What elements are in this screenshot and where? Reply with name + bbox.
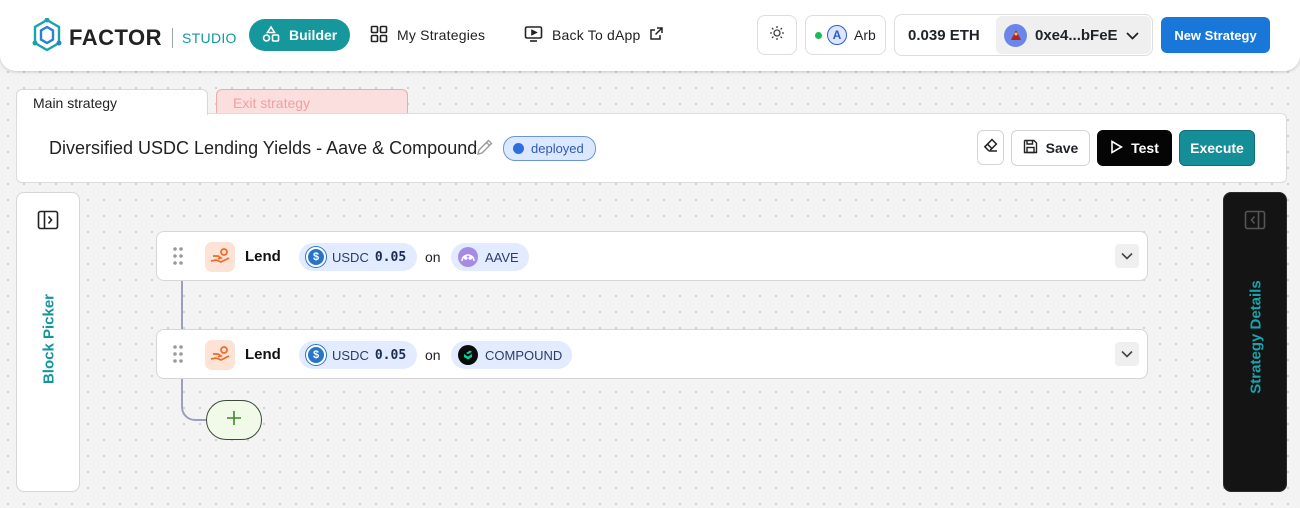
token-symbol: USDC [332, 347, 369, 363]
top-header: FACTOR STUDIO Builder My Strategies Back… [0, 0, 1300, 71]
protocol-pill[interactable]: COMPOUND [451, 341, 573, 369]
block-picker-panel[interactable]: Block Picker [16, 192, 80, 492]
factor-logo[interactable]: FACTOR STUDIO [32, 17, 237, 57]
test-button[interactable]: Test [1097, 130, 1172, 166]
network-status-dot [815, 31, 822, 39]
eraser-icon [983, 137, 999, 158]
panel-toggle-icon[interactable] [37, 210, 59, 235]
clear-button[interactable] [977, 130, 1004, 165]
chevron-down-icon [1125, 27, 1139, 44]
wallet-address: 0xe4...bFeE [1035, 26, 1118, 44]
network-label: Arb [854, 27, 876, 43]
token-amount: 0.05 [374, 249, 407, 265]
theme-toggle-button[interactable] [757, 15, 797, 55]
nav-builder-label: Builder [289, 27, 338, 43]
play-icon [1110, 139, 1124, 157]
execute-button[interactable]: Execute [1179, 130, 1255, 166]
add-block-button[interactable] [206, 400, 262, 440]
factor-logo-icon [32, 17, 62, 57]
tab-main-strategy[interactable]: Main strategy [16, 89, 208, 115]
builder-icon [262, 25, 280, 46]
edit-title-icon[interactable] [475, 138, 494, 162]
save-icon [1023, 139, 1038, 157]
tab-exit-strategy[interactable]: Exit strategy [216, 89, 408, 115]
arbitrum-icon: A [827, 25, 847, 45]
lend-icon [205, 340, 235, 370]
sun-icon [769, 25, 785, 46]
flow-connector [181, 378, 183, 396]
nav-back-to-dapp-label: Back To dApp [552, 27, 641, 43]
protocol-pill[interactable]: AAVE [451, 243, 529, 271]
block-action-label: Lend [245, 248, 281, 265]
wallet-widget[interactable]: 0.039 ETH 0xe4...bFeE [894, 14, 1153, 56]
token-pill[interactable]: $ USDC 0.05 [299, 341, 417, 369]
external-link-icon [649, 26, 664, 44]
nav-my-strategies-label: My Strategies [397, 27, 486, 43]
new-strategy-button[interactable]: New Strategy [1161, 17, 1270, 53]
strategy-block[interactable]: Lend $ USDC 0.05 on AAVE [156, 231, 1148, 281]
monitor-icon [524, 25, 543, 46]
compound-icon [458, 345, 478, 365]
chevron-down-icon [1121, 247, 1133, 265]
expand-block-button[interactable] [1115, 342, 1139, 366]
nav-builder-button[interactable]: Builder [249, 19, 350, 51]
status-dot [513, 143, 524, 154]
network-selector[interactable]: A Arb [805, 15, 886, 55]
test-label: Test [1131, 140, 1159, 156]
expand-block-button[interactable] [1115, 244, 1139, 268]
plus-icon [225, 409, 243, 432]
panel-toggle-icon[interactable] [1244, 210, 1266, 235]
save-label: Save [1045, 140, 1079, 156]
protocol-name: AAVE [485, 249, 519, 265]
aave-icon [458, 247, 478, 267]
logo-text: FACTOR [69, 24, 163, 50]
drag-handle-icon[interactable] [173, 345, 183, 368]
save-button[interactable]: Save [1011, 130, 1090, 166]
account-button[interactable]: 0xe4...bFeE [996, 16, 1151, 54]
block-picker-label: Block Picker [40, 293, 58, 385]
nav-my-strategies-button[interactable]: My Strategies [370, 19, 485, 51]
flow-connector-curve [181, 395, 207, 421]
usdc-icon: $ [306, 247, 326, 267]
strategy-title-bar: Diversified USDC Lending Yields - Aave &… [16, 113, 1287, 183]
avatar [1004, 23, 1027, 47]
status-badge: deployed [503, 136, 596, 161]
status-label: deployed [531, 141, 584, 156]
drag-handle-icon[interactable] [173, 247, 183, 270]
block-action-label: Lend [245, 346, 281, 363]
protocol-name: COMPOUND [485, 347, 563, 363]
grid-icon [370, 25, 388, 46]
token-amount: 0.05 [374, 347, 407, 363]
on-label: on [425, 347, 441, 363]
lend-icon [205, 242, 235, 272]
strategy-details-label: Strategy Details [1247, 280, 1265, 394]
token-symbol: USDC [332, 249, 369, 265]
logo-divider [172, 27, 174, 48]
eth-balance: 0.039 ETH [908, 26, 980, 44]
usdc-icon: $ [306, 345, 326, 365]
token-pill[interactable]: $ USDC 0.05 [299, 243, 417, 271]
nav-back-to-dapp-link[interactable]: Back To dApp [524, 19, 664, 51]
strategy-block[interactable]: Lend $ USDC 0.05 on COMPOUND [156, 329, 1148, 379]
strategy-details-panel[interactable]: Strategy Details [1223, 192, 1287, 492]
on-label: on [425, 249, 441, 265]
strategy-title: Diversified USDC Lending Yields - Aave &… [49, 138, 478, 158]
logo-studio-text: STUDIO [182, 29, 237, 46]
flow-connector [181, 280, 183, 330]
chevron-down-icon [1121, 345, 1133, 363]
